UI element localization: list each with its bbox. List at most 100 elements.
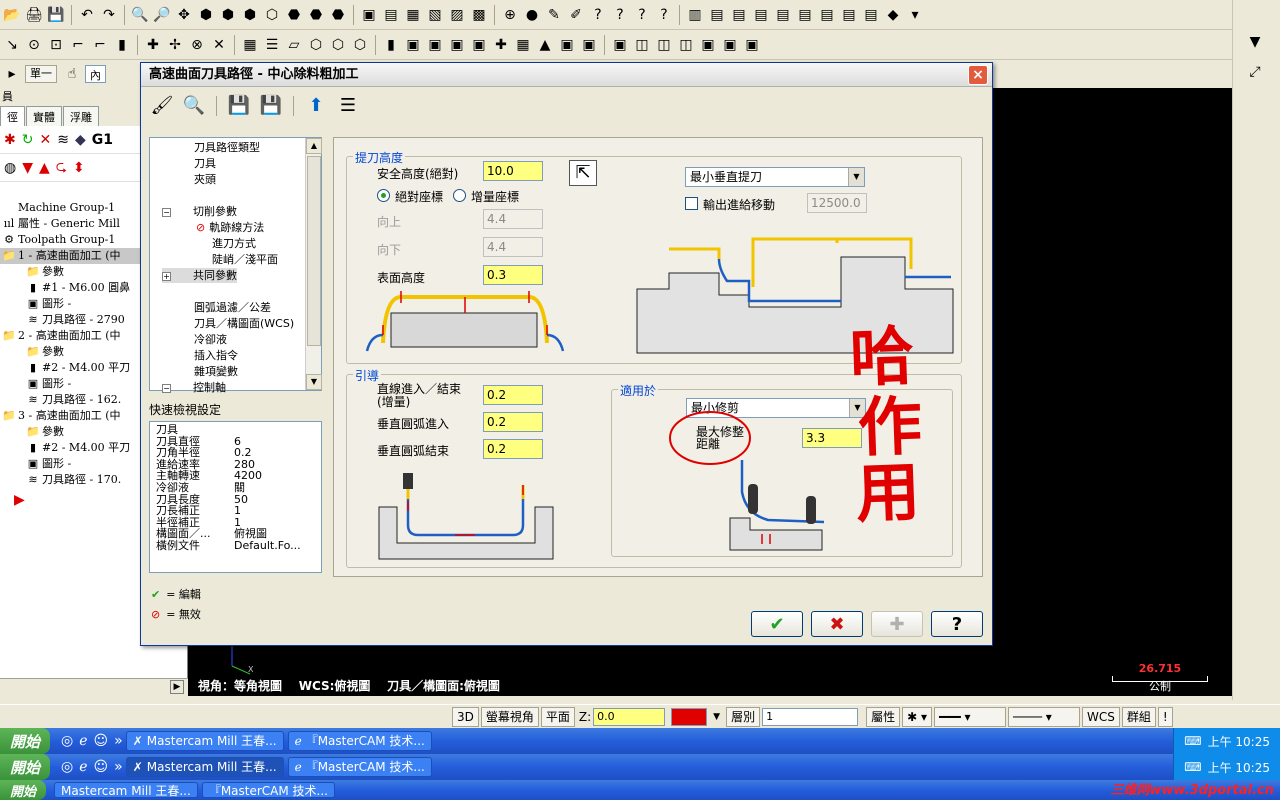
toolbar-button-icon[interactable]: ▣	[557, 35, 577, 55]
nav-item[interactable]: 冷卻液	[194, 332, 227, 347]
toolbar-button-icon[interactable]: ✥	[174, 5, 194, 25]
task-browser-2[interactable]: ℯ 『MasterCAM 技术...	[287, 756, 432, 778]
toolbar-button-icon[interactable]: ↶	[77, 5, 97, 25]
nav-item[interactable]: 刀具／構圖面(WCS)	[194, 316, 294, 331]
toolbar-button-icon[interactable]: ⬣	[328, 5, 348, 25]
up-input[interactable]: 4.4	[483, 209, 543, 229]
toolbar-button-icon[interactable]: ✎	[544, 5, 564, 25]
start-button-3[interactable]: 開始	[0, 780, 47, 800]
scroll-down-icon[interactable]: ▼	[306, 374, 322, 390]
max-trim-input[interactable]: 3.3	[802, 428, 862, 448]
selection-mode-button[interactable]: 單一	[25, 65, 57, 83]
info-button[interactable]: !	[1157, 706, 1173, 727]
toolbar-button-icon[interactable]: ▤	[751, 5, 771, 25]
close-button[interactable]: ×	[968, 65, 988, 85]
toolbar-button-icon[interactable]: ▤	[839, 5, 859, 25]
post-icon[interactable]: G1	[92, 132, 113, 148]
toolbar-button-icon[interactable]: ⊕	[500, 5, 520, 25]
keyboard-icon[interactable]: ⌨	[1184, 760, 1201, 774]
color-field[interactable]: 12	[671, 707, 708, 726]
toolbar-button-icon[interactable]: ⌐	[90, 35, 110, 55]
start-button-2[interactable]: 開始	[0, 754, 51, 780]
toolbar-button-icon[interactable]: ?	[588, 5, 608, 25]
task-browser[interactable]: ℯ 『MasterCAM 技术...	[287, 730, 432, 752]
3d-button[interactable]: 3D	[452, 706, 479, 727]
toolbar-button-icon[interactable]: ◫	[632, 35, 652, 55]
nav-item[interactable]: − 控制軸	[162, 380, 226, 395]
incremental-radio[interactable]	[453, 189, 466, 202]
arc-in-input[interactable]: 0.2	[483, 412, 543, 432]
cancel-button[interactable]: ✖	[811, 611, 863, 637]
toolbar-button-icon[interactable]: ▣	[579, 35, 599, 55]
nav-item[interactable]: 陡峭／淺平面	[212, 252, 278, 267]
tool-icon[interactable]: 🖌	[149, 93, 175, 119]
level-button[interactable]: 層別	[726, 706, 761, 727]
toolbar-button-icon[interactable]: ⬡	[306, 35, 326, 55]
toolbar-button-icon[interactable]: ▧	[425, 5, 445, 25]
arc-out-input[interactable]: 0.2	[483, 439, 543, 459]
toolbar-button-icon[interactable]: ⊗	[187, 35, 207, 55]
color-dropdown-icon[interactable]: ▼	[713, 712, 720, 722]
linear-input[interactable]: 0.2	[483, 385, 543, 405]
retract-mode-select[interactable]: 最小垂直提刀 ▼	[685, 167, 865, 187]
toolbar-button-icon[interactable]: ▣	[447, 35, 467, 55]
toolbar-button-icon[interactable]: ✚	[491, 35, 511, 55]
line-width-button[interactable]: ──── ▾	[1008, 706, 1081, 727]
toolbar-button-icon[interactable]: ▣	[720, 35, 740, 55]
toolbar-button-icon[interactable]: ▦	[403, 5, 423, 25]
export-icon[interactable]: ⬆	[303, 93, 329, 119]
toolbar-button-icon[interactable]: ✐	[566, 5, 586, 25]
select-cursor-icon[interactable]: ⇱	[569, 160, 597, 186]
task-mastercam-3[interactable]: Mastercam Mill 王春...	[54, 782, 198, 798]
task-mastercam[interactable]: ✗ Mastercam Mill 王春...	[125, 730, 284, 752]
scroll-thumb[interactable]	[307, 156, 321, 346]
toolbar-button-icon[interactable]: ⬡	[350, 35, 370, 55]
nav-item[interactable]: 刀具路徑類型	[194, 140, 260, 155]
expand-icon[interactable]: +	[162, 272, 171, 281]
plane-button[interactable]: 平面	[540, 706, 575, 727]
nav-item[interactable]: 夾頭	[194, 172, 216, 187]
lock-icon[interactable]: ◍	[4, 160, 16, 176]
move-down-icon[interactable]: ▼	[22, 160, 33, 176]
nav-item[interactable]: ⊘ 軌跡線方法	[196, 220, 264, 235]
collapse-icon[interactable]: −	[162, 384, 171, 393]
point-style-button[interactable]: ✱ ▾	[902, 706, 933, 727]
toolbar-button-icon[interactable]: ▤	[861, 5, 881, 25]
toolbar-button-icon[interactable]: ▥	[685, 5, 705, 25]
selection-field[interactable]: 內	[85, 65, 106, 83]
toolbar-button-icon[interactable]: ▩	[469, 5, 489, 25]
nav-item[interactable]: + 共同參數	[162, 268, 237, 283]
z-depth-input[interactable]: 0.0	[593, 707, 666, 726]
toolbar-button-icon[interactable]: ▣	[742, 35, 762, 55]
nav-item[interactable]: − 切削參數	[162, 204, 237, 219]
toolbar-button-icon[interactable]: ⊙	[24, 35, 44, 55]
nav-item[interactable]: 插入指令	[194, 348, 238, 363]
toolbar-button-icon[interactable]: ▮	[381, 35, 401, 55]
toolbar-button-icon[interactable]: ?	[654, 5, 674, 25]
toolbar-button-icon[interactable]: ▤	[729, 5, 749, 25]
help-button[interactable]: ?	[931, 611, 983, 637]
nav-item[interactable]: 圓弧過濾／公差	[194, 300, 271, 315]
start-button[interactable]: 開始	[0, 728, 51, 754]
toolbar-button-icon[interactable]: 📂	[2, 5, 22, 25]
arrow-icon[interactable]: ▸	[2, 64, 22, 84]
down-input[interactable]: 4.4	[483, 237, 543, 257]
tab-solids[interactable]: 實體	[26, 106, 62, 126]
toolbar-button-icon[interactable]: 💾	[46, 5, 66, 25]
toolbar-button-icon[interactable]: ⌐	[68, 35, 88, 55]
toolbar-button-icon[interactable]: 🔎	[152, 5, 172, 25]
updown-icon[interactable]: ⬍	[73, 160, 85, 176]
add-button[interactable]: ✚	[871, 611, 923, 637]
messenger-icon[interactable]: ☺	[94, 733, 109, 749]
toolbar-button-icon[interactable]: ▤	[707, 5, 727, 25]
tab-relief[interactable]: 浮雕	[63, 106, 99, 126]
toolbar-button-icon[interactable]: ◫	[676, 35, 696, 55]
toolbar-button-icon[interactable]: ⬢	[240, 5, 260, 25]
save-icon[interactable]: 💾	[226, 93, 252, 119]
toolbar-button-icon[interactable]: ⬢	[196, 5, 216, 25]
toolbar-button-icon[interactable]: ⬡	[328, 35, 348, 55]
ie-icon[interactable]: ℯ	[79, 733, 87, 749]
collapse-icon[interactable]: −	[162, 208, 171, 217]
task-browser-3[interactable]: 『MasterCAM 技术...	[201, 782, 335, 798]
toolbar-button-icon[interactable]: ⬣	[284, 5, 304, 25]
